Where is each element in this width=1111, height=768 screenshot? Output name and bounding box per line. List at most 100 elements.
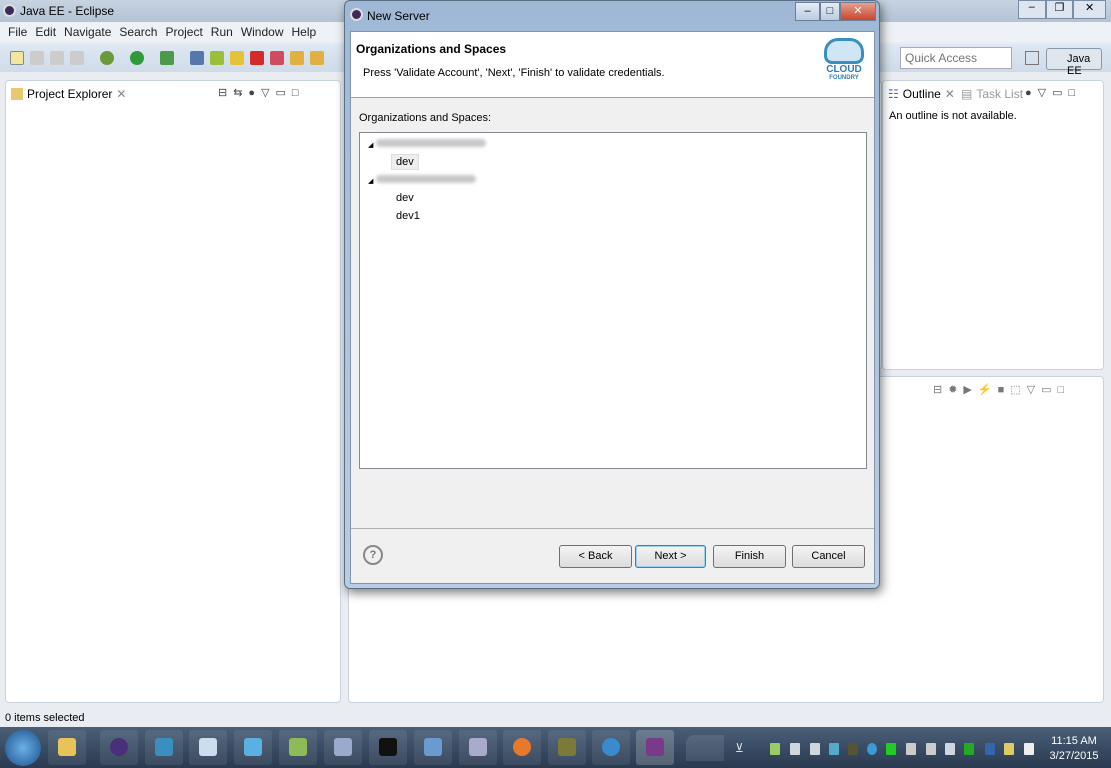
app-taskbar-icon[interactable] (548, 730, 586, 765)
save-all-icon[interactable] (50, 51, 64, 65)
tab-label: Project Explorer (27, 87, 113, 101)
tab-label: Task List (976, 87, 1024, 101)
browser-taskbar-icon[interactable] (592, 730, 630, 765)
close-tab-icon[interactable]: ✕ (945, 87, 955, 101)
terminate-icon[interactable] (250, 51, 264, 65)
bluetooth-icon[interactable] (985, 743, 995, 755)
open-perspective-icon[interactable] (1025, 51, 1039, 65)
start-button[interactable] (5, 730, 41, 766)
disconnect-icon[interactable] (270, 51, 284, 65)
run-icon[interactable] (130, 51, 144, 65)
expand-arrow-icon[interactable]: ◢ (368, 178, 373, 185)
tree-space-node[interactable]: dev1 (396, 210, 420, 222)
tree-space-node[interactable]: dev (391, 154, 419, 170)
tray-icon[interactable] (790, 743, 800, 755)
new-icon[interactable] (10, 51, 24, 65)
menu-run[interactable]: Run (207, 22, 237, 42)
view-controls[interactable]: ⊟⇆●▽▭□ (218, 86, 305, 99)
signal-meter-icon (686, 735, 724, 761)
wizard-description: Press 'Validate Account', 'Next', 'Finis… (363, 67, 665, 79)
battery-icon[interactable] (1024, 743, 1034, 755)
server-view-controls[interactable]: ⊟✹▶⚡■⬚▽▭□ (933, 383, 1070, 396)
tab-label: Outline (902, 87, 941, 101)
step-into-icon[interactable] (290, 51, 304, 65)
firefox-taskbar-icon[interactable] (503, 730, 541, 765)
outline-panel: ☷ Outline ✕ ▤ Task List ●▽▭□ An outline … (882, 80, 1104, 370)
minimize-button[interactable]: – (1018, 0, 1046, 19)
monitor-icon[interactable] (886, 743, 896, 755)
signal-bars-icon[interactable] (906, 743, 916, 755)
dialog-maximize-button[interactable]: □ (820, 2, 840, 21)
logo-text-2: FOUNDRY (829, 75, 859, 81)
cmd-taskbar-icon[interactable] (369, 730, 407, 765)
quick-access-input[interactable] (900, 47, 1012, 69)
clock-date: 3/27/2015 (1049, 750, 1099, 762)
volume-icon[interactable] (945, 743, 955, 755)
save-icon[interactable] (30, 51, 44, 65)
network-icon[interactable] (926, 743, 936, 755)
clock[interactable]: 11:15 AM 3/27/2015 (1044, 734, 1104, 764)
logo-text-1: CLOUD (826, 64, 862, 75)
tree-space-node[interactable]: dev (396, 192, 414, 204)
button-separator (351, 528, 874, 529)
resume-icon[interactable] (210, 51, 224, 65)
print-icon[interactable] (70, 51, 84, 65)
task-list-icon: ▤ (961, 87, 973, 101)
wizard-header: Organizations and Spaces Press 'Validate… (351, 32, 874, 98)
lock-icon[interactable] (810, 743, 820, 755)
explorer-taskbar-icon[interactable] (48, 730, 86, 765)
security-icon[interactable] (1004, 743, 1014, 755)
step-over-icon[interactable] (310, 51, 324, 65)
menu-search[interactable]: Search (115, 22, 161, 42)
cancel-button[interactable]: Cancel (792, 545, 865, 568)
app-taskbar-icon[interactable] (234, 730, 272, 765)
menu-edit[interactable]: Edit (31, 22, 60, 42)
expand-arrow-icon[interactable]: ◢ (368, 142, 373, 149)
app-taskbar-icon[interactable] (324, 730, 362, 765)
finish-button[interactable]: Finish (713, 545, 786, 568)
close-tab-icon[interactable]: ✕ (116, 87, 126, 101)
tab-project-explorer[interactable]: Project Explorer ✕ (11, 87, 126, 101)
close-button[interactable]: ✕ (1073, 0, 1106, 19)
signal-icon[interactable] (964, 743, 974, 755)
debug-icon[interactable] (100, 51, 114, 65)
dialog-minimize-button[interactable]: – (795, 2, 820, 21)
back-button[interactable]: < Back (559, 545, 632, 568)
help-icon[interactable]: ? (363, 545, 383, 565)
menu-help[interactable]: Help (288, 22, 321, 42)
tree-org-node[interactable]: ◢ (368, 138, 487, 150)
tray-icon[interactable] (770, 743, 780, 755)
app-taskbar-icon[interactable] (279, 730, 317, 765)
view-controls[interactable]: ●▽▭□ (1025, 86, 1081, 99)
perspective-label: Java EE (1067, 53, 1091, 77)
eclipse-taskbar-icon[interactable] (100, 730, 138, 765)
app-taskbar-icon[interactable] (459, 730, 497, 765)
next-button[interactable]: Next > (635, 545, 706, 568)
dialog-close-button[interactable]: ✕ (840, 2, 876, 21)
tree-org-node[interactable]: ◢ (368, 174, 477, 186)
menu-project[interactable]: Project (161, 22, 206, 42)
menu-window[interactable]: Window (237, 22, 288, 42)
run-server-icon[interactable] (160, 51, 174, 65)
app-taskbar-icon[interactable] (145, 730, 183, 765)
eclipse-ee-taskbar-icon[interactable] (636, 730, 674, 765)
tab-task-list[interactable]: ▤ Task List (961, 87, 1023, 101)
cloud-foundry-logo: CLOUD FOUNDRY (820, 38, 868, 94)
app-taskbar-icon[interactable] (414, 730, 452, 765)
restore-button[interactable]: ❐ (1045, 0, 1074, 19)
menu-navigate[interactable]: Navigate (60, 22, 115, 42)
wireless-icon[interactable]: ⊻ (735, 741, 744, 755)
skip-breakpoints-icon[interactable] (190, 51, 204, 65)
redacted-org-name (376, 175, 477, 183)
windows-taskbar: ⊻ 11:15 AM 3/27/2015 (0, 727, 1111, 768)
suspend-icon[interactable] (230, 51, 244, 65)
java-ee-perspective-button[interactable]: Java EE (1046, 48, 1102, 77)
mail-icon[interactable] (829, 743, 839, 755)
org-space-tree[interactable]: ◢ dev ◢ dev dev1 (359, 132, 867, 469)
redacted-org-name (376, 139, 487, 147)
tab-outline[interactable]: ☷ Outline ✕ (888, 87, 955, 101)
menu-file[interactable]: File (4, 22, 31, 42)
app-taskbar-icon[interactable] (189, 730, 227, 765)
tray-icon[interactable] (848, 743, 858, 755)
tray-icon[interactable] (867, 743, 877, 755)
